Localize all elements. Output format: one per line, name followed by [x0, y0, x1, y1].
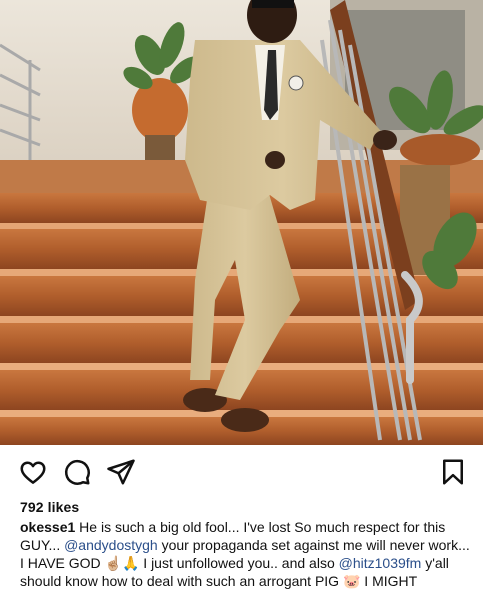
- caption-mention-hitz1039fm[interactable]: @hitz1039fm: [339, 555, 422, 571]
- caption-mention-andydostygh[interactable]: @andydostygh: [64, 537, 158, 553]
- heart-icon[interactable]: [18, 457, 48, 487]
- bookmark-icon[interactable]: [438, 457, 468, 487]
- caption-username[interactable]: okesse1: [20, 519, 75, 535]
- send-icon[interactable]: [106, 457, 136, 487]
- post-photo[interactable]: [0, 0, 483, 445]
- comment-icon[interactable]: [62, 457, 92, 487]
- post-image: [0, 0, 483, 445]
- post-caption: okesse1 He is such a big old fool... I'v…: [20, 518, 475, 590]
- likes-count[interactable]: 792 likes: [20, 499, 79, 515]
- post-actions: [0, 445, 483, 497]
